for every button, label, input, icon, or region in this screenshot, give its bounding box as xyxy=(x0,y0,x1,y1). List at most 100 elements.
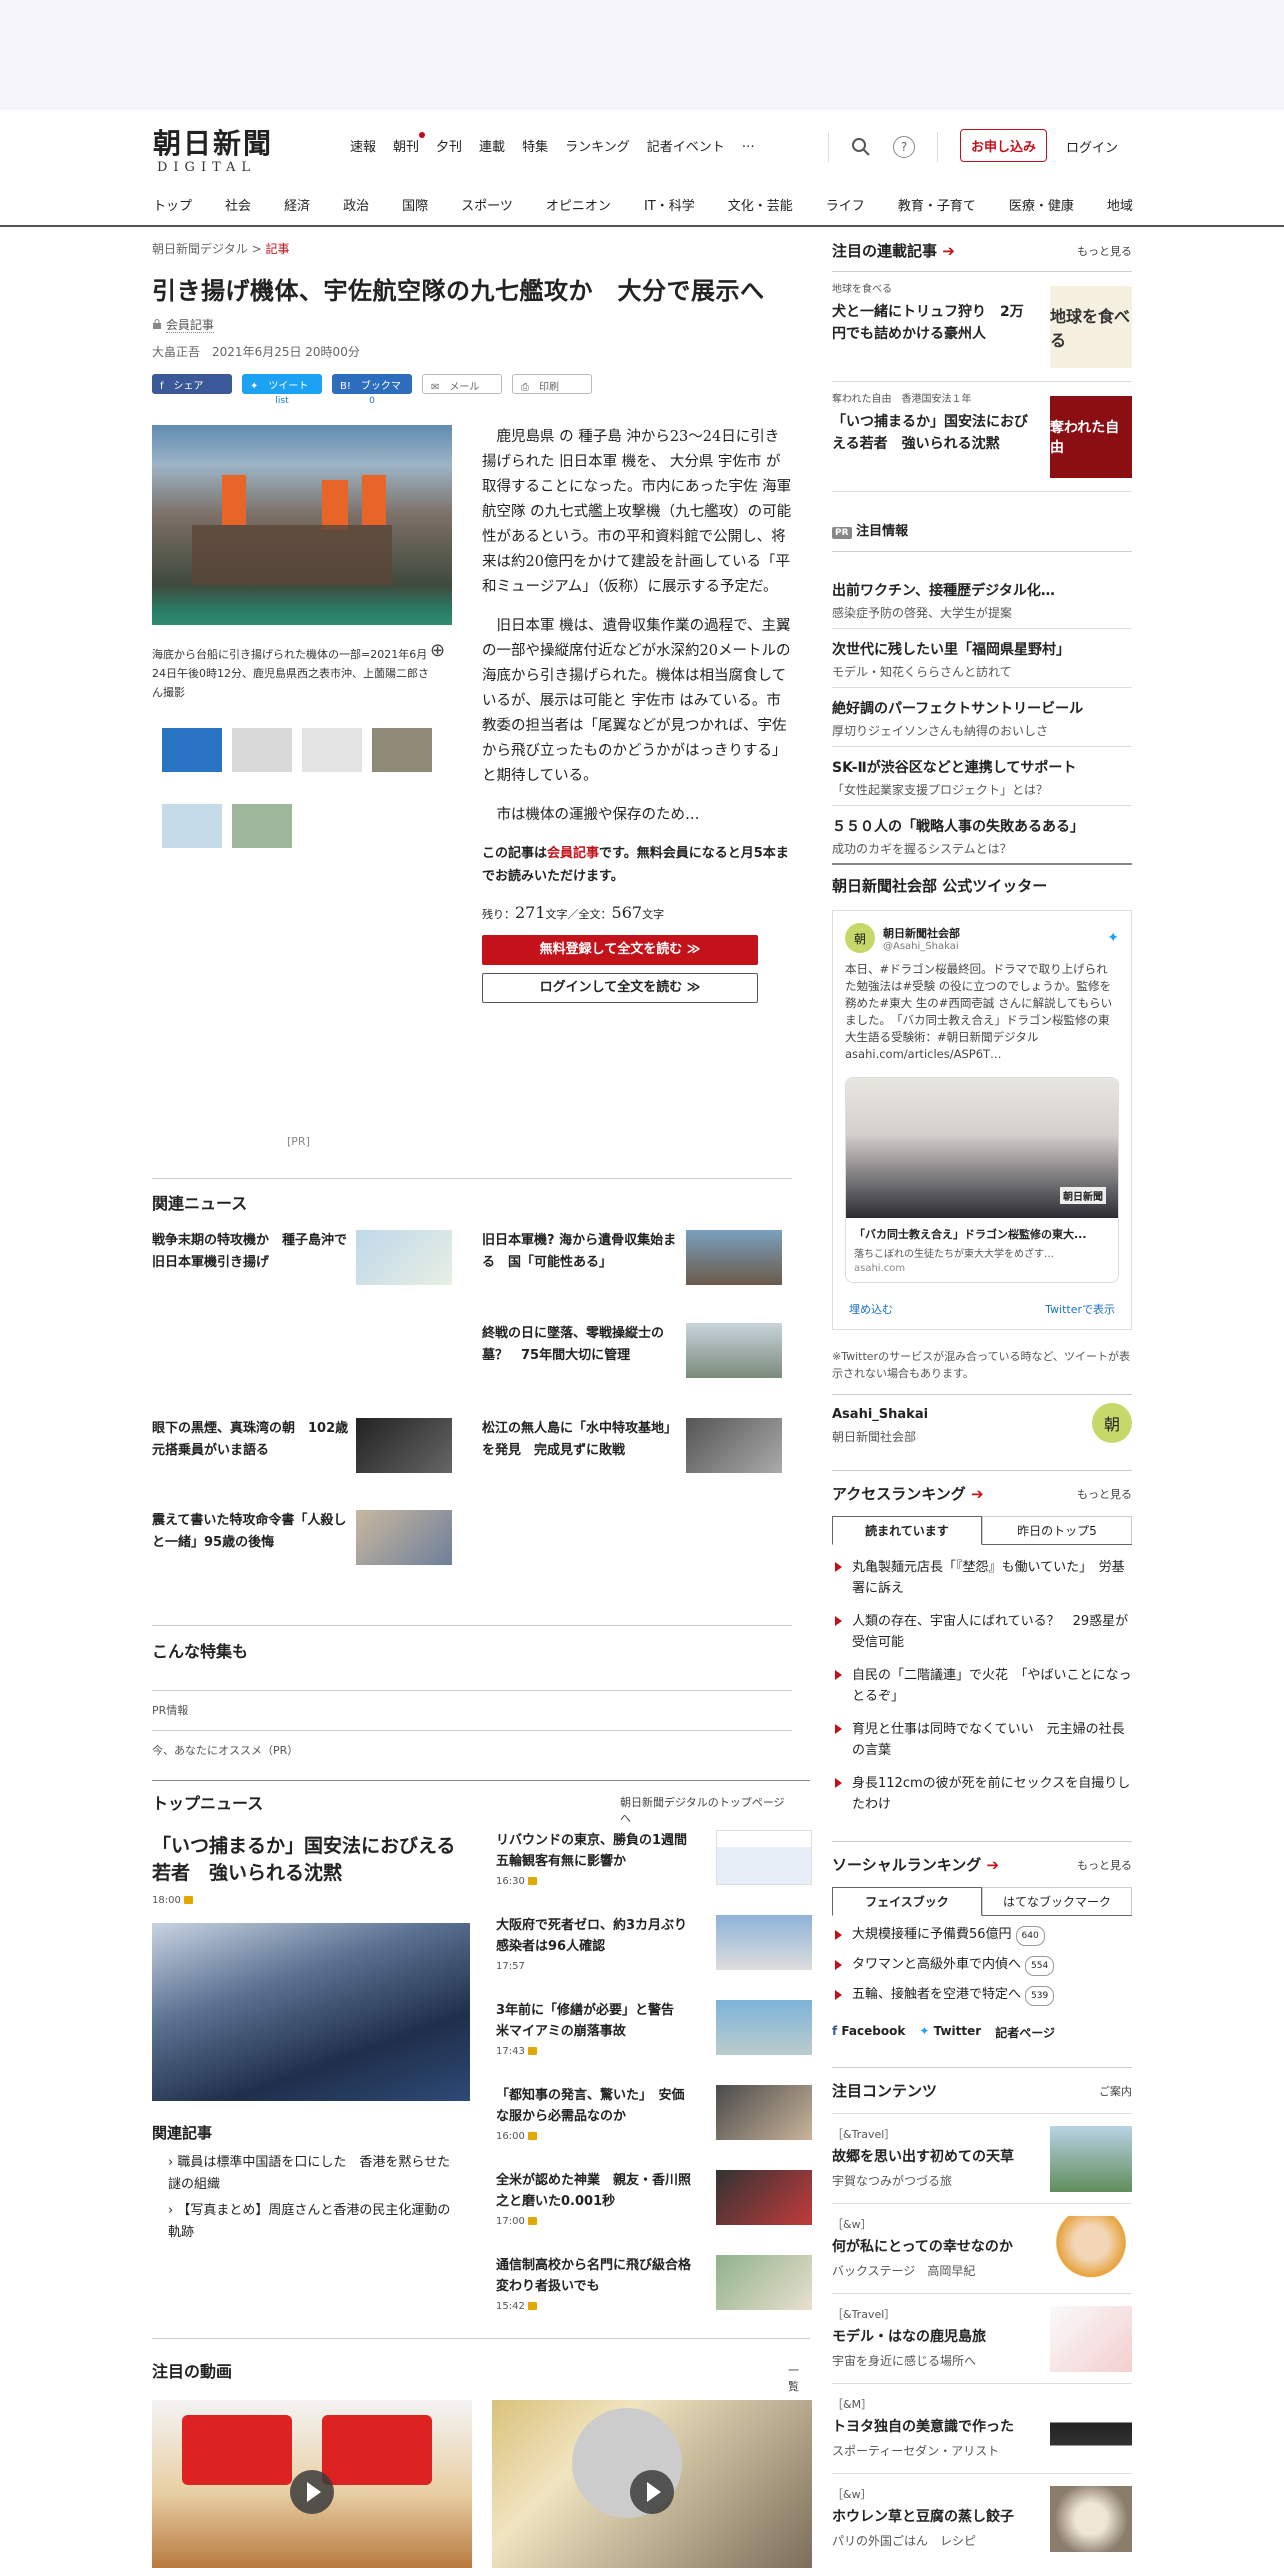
zoom-icon[interactable]: ⊕ xyxy=(430,640,445,661)
lead-headline[interactable]: 「いつ捕まるか」国安法におびえる若者 強いられる沈黙 xyxy=(152,1833,472,1887)
ranking-item[interactable]: 丸亀製麺元店長「『埜怨』も働いていた」 労基署に訴え xyxy=(832,1557,1132,1599)
topnews-item[interactable]: 全米が認めた神業 親友・香川照之と磨いた0.001秒 17:00 xyxy=(496,2170,812,2227)
related-item[interactable]: 眼下の黒煙、真珠湾の朝 102歳元搭乗員がいま語る xyxy=(152,1418,452,1473)
tweet-card[interactable]: 朝日新聞 「バカ同士教え合え」ドラゴン桜監修の東大... 落ちこぼれの生徒たちが東… xyxy=(845,1077,1119,1283)
related-item[interactable]: 戦争末期の特攻機か 種子島沖で旧日本軍機引き揚げ xyxy=(152,1230,452,1285)
series-thumbnail: 奪われた自由 xyxy=(1050,396,1132,478)
content-item[interactable]: ［&w］ ホウレン草と豆腐の蒸し餃子 パリの外国ごはん レシピ xyxy=(832,2473,1132,2563)
embed-link[interactable]: 埋め込む xyxy=(849,1301,893,1317)
related-article-link[interactable]: › 職員は標準中国語を口にした 香港を黙らせた謎の組織 xyxy=(152,2152,462,2196)
tab-hatena[interactable]: はてなブックマーク xyxy=(982,1887,1132,1915)
tab-most-read[interactable]: 読まれています xyxy=(832,1516,982,1545)
article-main-photo[interactable] xyxy=(152,425,452,625)
thumbnail[interactable] xyxy=(162,804,222,848)
category-item[interactable]: ライフ xyxy=(826,195,865,214)
play-icon[interactable] xyxy=(290,2470,334,2514)
more-icon[interactable]: … xyxy=(742,136,755,155)
video-thumbnail[interactable] xyxy=(492,2400,812,2568)
login-link[interactable]: ログイン xyxy=(1066,137,1118,156)
social-item[interactable]: 大規模接種に予備費56億円 640 xyxy=(832,1926,1132,1946)
content-item[interactable]: ［&Travel］ モデル・はなの鹿児島旅 宇宙を身近に感じる場所へ xyxy=(832,2293,1132,2383)
video-thumbnail[interactable] xyxy=(152,2400,472,2568)
nav-item[interactable]: 特集 xyxy=(522,136,548,155)
social-item[interactable]: 五輪、接触者を空港で特定へ 539 xyxy=(832,1986,1132,2006)
related-item[interactable]: 旧日本軍機? 海から遺骨収集始まる 国「可能性ある」 xyxy=(482,1230,782,1285)
free-register-button[interactable]: 無料登録して全文を読む ≫ xyxy=(482,935,758,965)
thumbnail[interactable] xyxy=(302,728,362,772)
reporter-page-link[interactable]: 記者ページ xyxy=(995,2024,1055,2041)
nav-item[interactable]: 速報 xyxy=(350,136,376,155)
twitter-account-name[interactable]: 朝日新聞社会部 xyxy=(883,925,960,941)
category-item[interactable]: 経済 xyxy=(284,195,310,214)
category-item[interactable]: トップ xyxy=(153,195,192,214)
pick-item[interactable]: 絶好調のパーフェクトサントリービール 厚切りジェイソンさんも納得のおいしさ xyxy=(832,688,1132,747)
lead-image[interactable] xyxy=(152,1923,470,2101)
pick-item[interactable]: 出前ワクチン、接種歴デジタル化… 感染症予防の啓発、大学生が提案 xyxy=(832,570,1132,629)
topnews-link[interactable]: 朝日新聞デジタルのトップページへ xyxy=(620,1794,792,1826)
member-note-link[interactable]: 会員記事 xyxy=(547,846,599,861)
twitter-link[interactable]: ✦ Twitter xyxy=(919,2024,981,2041)
pick-title: 絶好調のパーフェクトサントリービール xyxy=(832,701,1084,717)
nav-item[interactable]: 記者イベント xyxy=(647,136,725,155)
nav-item[interactable]: 夕刊 xyxy=(436,136,462,155)
subscribe-button[interactable]: お申し込み xyxy=(960,129,1048,162)
ranking-item[interactable]: 身長112cmの彼が死を前にセックスを自撮りしたわけ xyxy=(832,1773,1132,1815)
facebook-link[interactable]: f Facebook xyxy=(832,2024,905,2041)
pick-item[interactable]: ５５０人の「戦略人事の失敗あるある」 成功のカギを握るシステムとは？ xyxy=(832,806,1132,865)
pick-item[interactable]: 次世代に残したい里「福岡県星野村」 モデル・知花くららさんと訪れて xyxy=(832,629,1132,688)
category-item[interactable]: IT・科学 xyxy=(644,195,695,214)
series-item[interactable]: 奪われた自由 香港国安法１年 「いつ捕まるか」国安法におびえる若者 強いられる沈黙… xyxy=(832,382,1132,492)
video-more-link[interactable]: 一覧 xyxy=(788,2362,799,2394)
social-more-link[interactable]: もっと見る xyxy=(1077,1857,1132,1873)
thumbnail[interactable] xyxy=(232,804,292,848)
pick-item[interactable]: SK-Ⅱが渋谷区などと連携してサポート 「女性起業家支援プロジェクト」とは？ xyxy=(832,747,1132,806)
related-article-link[interactable]: › 【写真まとめ】周庭さんと香港の民主化運動の軌跡 xyxy=(152,2200,462,2244)
series-item[interactable]: 地球を食べる 犬と一緒にトリュフ狩り 2万円でも詰めかける豪州人 地球を食べる xyxy=(832,272,1132,382)
nav-item[interactable]: 朝刊 xyxy=(393,132,426,155)
category-item[interactable]: スポーツ xyxy=(461,195,513,214)
help-icon[interactable]: ? xyxy=(893,136,915,158)
content-item[interactable]: ［&w］ 何が私にとっての幸せなのか バックステージ 高岡早紀 xyxy=(832,2203,1132,2293)
ranking-item[interactable]: 自民の「二階議連」で火花 「やばいことになっとるぞ」 xyxy=(832,1665,1132,1707)
category-item[interactable]: 教育・子育て xyxy=(898,195,976,214)
play-icon[interactable] xyxy=(630,2470,674,2514)
category-item[interactable]: 地域 xyxy=(1107,195,1133,214)
tab-facebook[interactable]: フェイスブック xyxy=(832,1887,982,1916)
category-item[interactable]: 文化・芸能 xyxy=(728,195,793,214)
thumbnail[interactable] xyxy=(232,728,292,772)
site-logo[interactable]: 朝日新聞 DIGITAL xyxy=(153,122,273,175)
thumbnail[interactable] xyxy=(372,728,432,772)
related-item[interactable]: 終戦の日に墜落、零戦操縦士の墓？ 75年間大切に管理 xyxy=(482,1323,782,1378)
topnews-item[interactable]: 「都知事の発言、驚いた」 安価な服から必需品なのか 16:00 xyxy=(496,2085,812,2142)
topnews-item[interactable]: 大阪府で死者ゼロ、約3カ月ぶり 感染者は96人確認 17:57 xyxy=(496,1915,812,1972)
nav-item[interactable]: 連載 xyxy=(479,136,505,155)
category-item[interactable]: 国際 xyxy=(402,195,428,214)
category-item[interactable]: 社会 xyxy=(225,195,251,214)
contents-guide-link[interactable]: ご案内 xyxy=(1099,2083,1132,2099)
view-on-twitter-link[interactable]: Twitterで表示 xyxy=(1045,1301,1115,1317)
nav-item[interactable]: ランキング xyxy=(565,136,630,155)
thumbnail[interactable] xyxy=(162,728,222,772)
content-item[interactable]: ［&M］ トヨタ独自の美意識で作った スポーティーセダン・アリスト xyxy=(832,2383,1132,2473)
ranking-item[interactable]: 人類の存在、宇宙人にばれている？ 29惑星が受信可能 xyxy=(832,1611,1132,1653)
tab-yesterday-top5[interactable]: 昨日のトップ5 xyxy=(982,1516,1132,1544)
twitter-handle[interactable]: @Asahi_Shakai xyxy=(883,941,960,952)
account-name[interactable]: Asahi_Shakai xyxy=(832,1407,1132,1422)
category-item[interactable]: オピニオン xyxy=(546,195,611,214)
ranking-more-link[interactable]: もっと見る xyxy=(1077,1486,1132,1502)
content-item[interactable]: ［&Travel］ 故郷を思い出す初めての天草 宇賀なつみがつづる旅 xyxy=(832,2113,1132,2203)
topnews-item[interactable]: 3年前に「修繕が必要」と警告 米マイアミの崩落事故 17:43 xyxy=(496,2000,812,2057)
category-item[interactable]: 医療・健康 xyxy=(1009,195,1074,214)
topnews-item[interactable]: 通信制高校から名門に飛び級合格 変わり者扱いでも 15:42 xyxy=(496,2255,812,2312)
related-item[interactable]: 松江の無人島に「水中特攻基地」を発見 完成見ずに敗戦 xyxy=(482,1418,782,1473)
search-icon[interactable] xyxy=(851,137,871,157)
ranking-item[interactable]: 育児と仕事は同時でなくていい 元主婦の社長の言葉 xyxy=(832,1719,1132,1761)
social-item[interactable]: タワマンと高級外車で内偵へ 554 xyxy=(832,1956,1132,1976)
category-item[interactable]: 政治 xyxy=(343,195,369,214)
series-more-link[interactable]: もっと見る xyxy=(1077,243,1132,259)
related-item[interactable]: 震えて書いた特攻命令書「人殺しと一緒」95歳の後悔 xyxy=(152,1510,452,1565)
avatar[interactable]: 朝 xyxy=(845,923,875,953)
account-avatar[interactable]: 朝 xyxy=(1092,1403,1132,1443)
topnews-item[interactable]: リバウンドの東京、勝負の1週間 五輪観客有無に影響か 16:30 xyxy=(496,1830,812,1887)
login-read-button[interactable]: ログインして全文を読む ≫ xyxy=(482,973,758,1003)
